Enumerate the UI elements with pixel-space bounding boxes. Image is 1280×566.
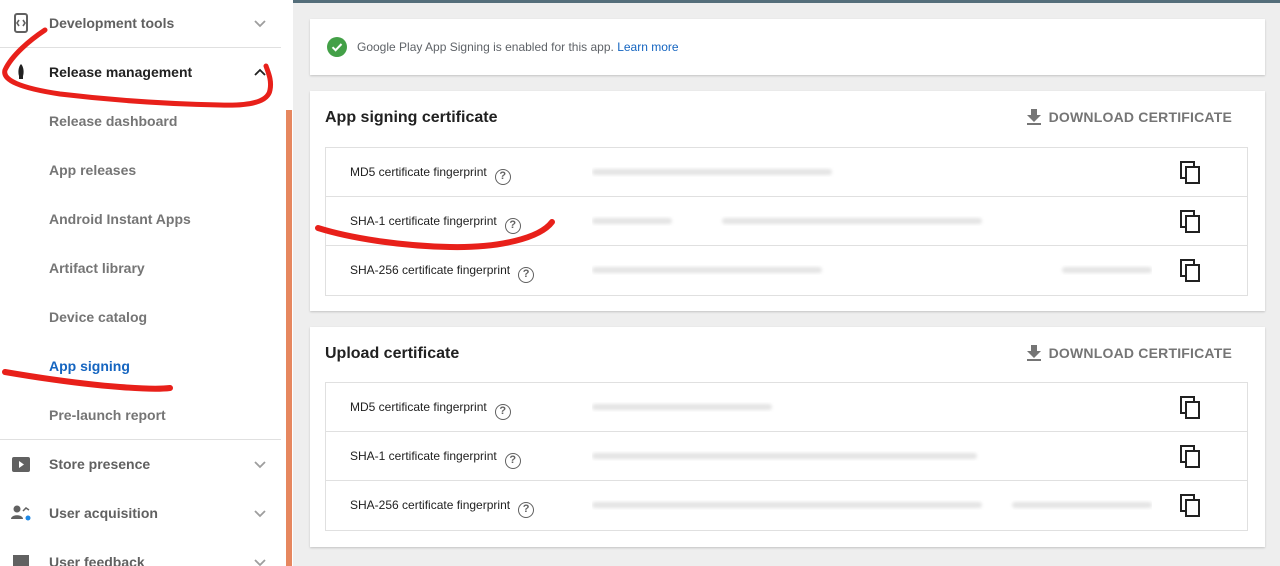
fingerprint-value-redacted [592,265,1152,275]
fingerprint-value-redacted [592,167,1152,177]
chevron-down-icon [254,558,266,566]
sidebar-item-app-releases[interactable]: App releases [0,145,281,194]
sidebar-section-label: User acquisition [49,504,158,521]
table-row: SHA-1 certificate fingerprint? [326,197,1247,246]
play-store-icon [10,453,32,475]
app-signing-certificate-card: App signing certificate DOWNLOAD CERTIFI… [310,91,1265,311]
fingerprint-table: MD5 certificate fingerprint? SHA-1 certi… [325,382,1248,531]
chevron-up-icon [254,68,266,76]
fingerprint-label-text: SHA-1 certificate fingerprint [350,449,497,463]
help-icon[interactable]: ? [494,404,511,420]
sidebar-item-label: Device catalog [49,308,148,325]
sidebar-section-development-tools[interactable]: Development tools [0,0,281,47]
sidebar-section-label: Release management [49,63,193,80]
sidebar-item-label: Artifact library [49,259,145,276]
sidebar-item-artifact-library[interactable]: Artifact library [0,243,281,292]
sidebar: Development tools Release management Rel… [0,0,281,566]
copy-icon[interactable] [1180,259,1202,283]
sidebar-item-label: Pre-launch report [49,406,166,423]
fingerprint-label: SHA-1 certificate fingerprint? [350,449,521,469]
fingerprint-value-redacted [592,451,1152,461]
fingerprint-label: MD5 certificate fingerprint? [350,165,511,185]
sidebar-section-release-management[interactable]: Release management [0,47,281,96]
fingerprint-label-text: SHA-1 certificate fingerprint [350,214,497,228]
sidebar-section-user-acquisition[interactable]: User acquisition [0,488,281,537]
sidebar-section-user-feedback[interactable]: User feedback [0,537,281,566]
copy-icon[interactable] [1180,161,1202,185]
help-icon[interactable]: ? [494,169,511,185]
card-title: Upload certificate [325,345,460,362]
fingerprint-label: SHA-1 certificate fingerprint? [350,214,521,234]
sidebar-section-label: User feedback [49,553,145,566]
copy-icon[interactable] [1180,445,1202,469]
table-row: SHA-256 certificate fingerprint? [326,481,1247,530]
fingerprint-label-text: SHA-256 certificate fingerprint [350,498,511,512]
sidebar-item-release-dashboard[interactable]: Release dashboard [0,96,281,145]
download-label: DOWNLOAD CERTIFICATE [1048,345,1232,361]
code-brackets-icon [10,12,32,34]
app-signing-status-card: Google Play App Signing is enabled for t… [310,19,1265,75]
fingerprint-label: MD5 certificate fingerprint? [350,400,511,420]
upload-certificate-card: Upload certificate DOWNLOAD CERTIFICATE … [310,327,1265,547]
help-icon[interactable]: ? [504,218,521,234]
sidebar-item-label: Android Instant Apps [49,210,191,227]
learn-more-link[interactable]: Learn more [617,40,678,54]
sidebar-item-device-catalog[interactable]: Device catalog [0,292,281,341]
card-title: App signing certificate [325,109,498,126]
fingerprint-label-text: MD5 certificate fingerprint [350,400,487,414]
sidebar-item-android-instant-apps[interactable]: Android Instant Apps [0,194,281,243]
download-icon [1026,109,1041,125]
sidebar-item-label: Release dashboard [49,112,178,129]
download-certificate-button[interactable]: DOWNLOAD CERTIFICATE [1026,109,1232,125]
sidebar-section-label: Store presence [49,455,151,472]
fingerprint-label-text: SHA-256 certificate fingerprint [350,263,511,277]
download-label: DOWNLOAD CERTIFICATE [1048,109,1232,125]
download-certificate-button[interactable]: DOWNLOAD CERTIFICATE [1026,345,1232,361]
chevron-down-icon [254,19,266,27]
help-icon[interactable]: ? [518,502,535,518]
feedback-icon [10,551,32,566]
table-row: MD5 certificate fingerprint? [326,383,1247,432]
fingerprint-label-text: MD5 certificate fingerprint [350,165,487,179]
copy-icon[interactable] [1180,396,1202,420]
user-acquisition-icon [10,502,32,524]
fingerprint-table: MD5 certificate fingerprint? SHA-1 certi… [325,147,1248,296]
table-row: MD5 certificate fingerprint? [326,148,1247,197]
download-icon [1026,345,1041,361]
fingerprint-value-redacted [592,500,1152,510]
rocket-icon [10,61,32,83]
status-text: Google Play App Signing is enabled for t… [357,40,614,54]
copy-icon[interactable] [1180,494,1202,518]
status-message: Google Play App Signing is enabled for t… [357,40,679,54]
sidebar-item-pre-launch-report[interactable]: Pre-launch report [0,390,281,439]
sidebar-item-label: App signing [49,357,130,374]
check-circle-icon [327,37,347,57]
fingerprint-label: SHA-256 certificate fingerprint? [350,263,535,283]
help-icon[interactable]: ? [518,267,535,283]
sidebar-item-app-signing[interactable]: App signing [0,341,281,390]
table-row: SHA-1 certificate fingerprint? [326,432,1247,481]
fingerprint-value-redacted [592,402,1152,412]
sidebar-section-label: Development tools [49,14,175,31]
fingerprint-value-redacted [592,216,1152,226]
table-row: SHA-256 certificate fingerprint? [326,246,1247,295]
chevron-down-icon [254,460,266,468]
fingerprint-label: SHA-256 certificate fingerprint? [350,498,535,518]
help-icon[interactable]: ? [504,453,521,469]
copy-icon[interactable] [1180,210,1202,234]
top-app-bar-edge [293,0,1280,3]
sidebar-item-label: App releases [49,161,137,178]
chevron-down-icon [254,509,266,517]
sidebar-section-store-presence[interactable]: Store presence [0,439,281,488]
sidebar-scrollbar[interactable] [286,110,292,566]
